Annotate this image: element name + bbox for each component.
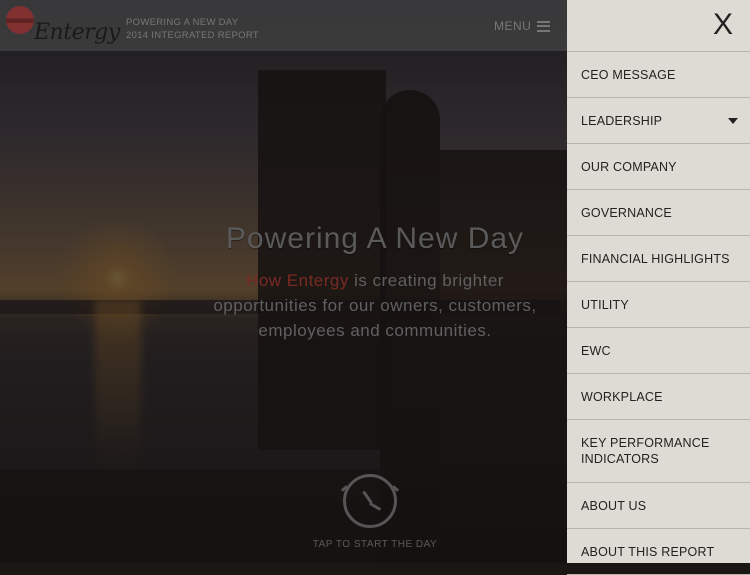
menu-item-our-company[interactable]: OUR COMPANY — [567, 144, 750, 190]
top-header: Entergy POWERING A NEW DAY 2014 INTEGRAT… — [0, 0, 567, 51]
hamburger-icon — [537, 20, 551, 32]
menu-panel: X CEO MESSAGE LEADERSHIP OUR COMPANY GOV… — [567, 0, 750, 575]
menu-item-ceo-message[interactable]: CEO MESSAGE — [567, 52, 750, 98]
logo-text: Entergy — [34, 20, 120, 45]
menu-item-workplace[interactable]: WORKPLACE — [567, 374, 750, 420]
menu-item-label: KEY PERFORMANCE INDICATORS — [581, 436, 710, 466]
menu-label: MENU — [494, 19, 532, 33]
tagline-line-1: POWERING A NEW DAY — [126, 17, 239, 28]
menu-item-label: UTILITY — [581, 297, 629, 312]
tagline-line-2: 2014 INTEGRATED REPORT — [126, 29, 259, 41]
menu-item-label: OUR COMPANY — [581, 159, 677, 174]
menu-button[interactable]: MENU — [494, 19, 551, 33]
menu-item-ewc[interactable]: EWC — [567, 328, 750, 374]
menu-item-key-performance-indicators[interactable]: KEY PERFORMANCE INDICATORS — [567, 420, 750, 483]
menu-item-label: CEO MESSAGE — [581, 67, 676, 82]
hero-subtitle-brand: How Entergy — [246, 271, 349, 290]
menu-item-utility[interactable]: UTILITY — [567, 282, 750, 328]
close-menu-button[interactable]: X — [713, 10, 733, 40]
report-tagline: POWERING A NEW DAY 2014 INTEGRATED REPOR… — [126, 17, 259, 42]
menu-item-label: GOVERNANCE — [581, 205, 672, 220]
menu-item-label: LEADERSHIP — [581, 113, 663, 128]
menu-item-governance[interactable]: GOVERNANCE — [567, 190, 750, 236]
caret-down-icon[interactable] — [728, 118, 738, 124]
entergy-logo[interactable]: Entergy — [6, 6, 120, 46]
menu-item-financial-highlights[interactable]: FINANCIAL HIGHLIGHTS — [567, 236, 750, 282]
hero-subtitle: How Entergy is creating brighter opportu… — [200, 268, 550, 343]
menu-item-label: WORKPLACE — [581, 389, 663, 404]
menu-item-label: FINANCIAL HIGHLIGHTS — [581, 251, 730, 266]
menu-item-about-us[interactable]: ABOUT US — [567, 483, 750, 529]
menu-item-label: EWC — [581, 343, 611, 358]
menu-item-label: ABOUT US — [581, 498, 647, 513]
menu-panel-header: X — [567, 0, 750, 52]
logo-circle-icon — [6, 6, 34, 34]
menu-item-label: ABOUT THIS REPORT — [581, 544, 715, 559]
clock-icon[interactable] — [343, 474, 397, 528]
menu-item-about-this-report[interactable]: ABOUT THIS REPORT — [567, 529, 750, 575]
menu-item-leadership[interactable]: LEADERSHIP — [567, 98, 750, 144]
